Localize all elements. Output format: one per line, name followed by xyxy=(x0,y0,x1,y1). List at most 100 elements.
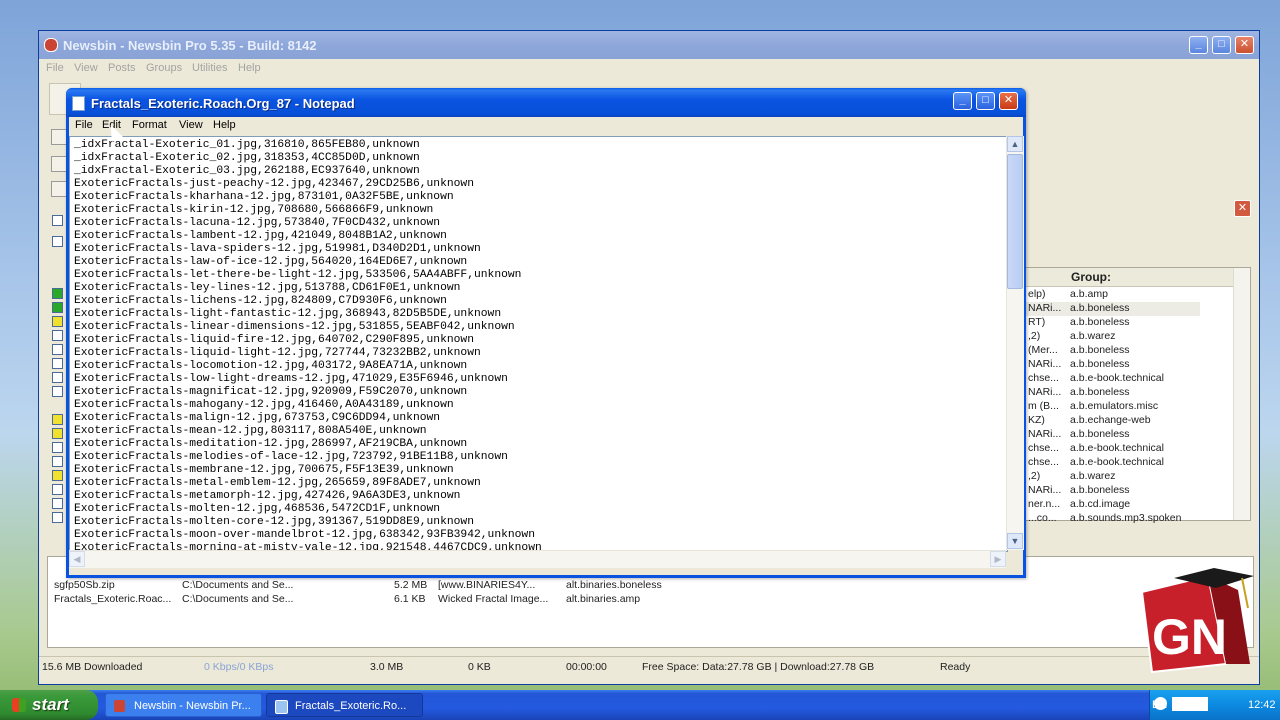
checkbox[interactable] xyxy=(52,302,63,313)
group-row-subject: ...co... xyxy=(1028,512,1057,524)
group-row-subject: (Mer... xyxy=(1028,344,1058,356)
group-row[interactable]: NARi... a.b.boneless xyxy=(1025,484,1200,498)
scroll-right-arrow-icon[interactable]: ▶ xyxy=(990,551,1006,567)
checkbox[interactable] xyxy=(52,288,63,299)
checkbox[interactable] xyxy=(52,316,63,327)
newsbin-menu-groups[interactable]: Groups xyxy=(146,62,182,74)
download-path: C:\Documents and Se... xyxy=(182,579,294,591)
checkbox[interactable] xyxy=(52,470,63,481)
language-indicator[interactable]: EN xyxy=(1152,699,1167,711)
group-row[interactable]: ...co... a.b.sounds.mp3.spoken xyxy=(1025,512,1200,526)
checkbox[interactable] xyxy=(52,386,63,397)
newsbin-minimize-button[interactable]: _ xyxy=(1189,36,1208,54)
checkbox[interactable] xyxy=(52,442,63,453)
newsbin-menu-utilities[interactable]: Utilities xyxy=(192,62,227,74)
taskbar-item-notepad[interactable]: Fractals_Exoteric.Ro... xyxy=(266,693,423,717)
group-list-scrollbar[interactable] xyxy=(1233,268,1250,520)
notepad-maximize-button[interactable]: □ xyxy=(976,92,995,110)
taskbar: start Newsbin - Newsbin Pr... Fractals_E… xyxy=(0,690,1280,720)
group-row[interactable]: ,2) a.b.warez xyxy=(1025,330,1200,344)
group-row-subject: chse... xyxy=(1028,442,1059,454)
newsbin-titlebar[interactable]: Newsbin - Newsbin Pro 5.35 - Build: 8142… xyxy=(39,31,1259,59)
checkbox[interactable] xyxy=(52,236,63,247)
newsbin-close-button[interactable]: ✕ xyxy=(1235,36,1254,54)
group-row[interactable]: ,2) a.b.warez xyxy=(1025,470,1200,484)
checkbox[interactable] xyxy=(52,512,63,523)
group-row[interactable]: m (B... a.b.emulators.misc xyxy=(1025,400,1200,414)
group-row[interactable]: chse... a.b.e-book.technical xyxy=(1025,456,1200,470)
checkbox[interactable] xyxy=(52,372,63,383)
scroll-up-arrow-icon[interactable]: ▲ xyxy=(1007,136,1023,152)
status-state: Ready xyxy=(940,661,971,673)
group-row[interactable]: elp) a.b.amp xyxy=(1025,288,1200,302)
notepad-menu-help[interactable]: Help xyxy=(213,119,236,131)
notepad-menu-file[interactable]: File xyxy=(75,119,93,131)
checkbox[interactable] xyxy=(52,344,63,355)
scroll-left-arrow-icon[interactable]: ◀ xyxy=(69,551,85,567)
group-row-group: a.b.sounds.mp3.spoken xyxy=(1070,512,1182,524)
checkbox[interactable] xyxy=(52,498,63,509)
status-queue-kb: 0 KB xyxy=(468,661,491,673)
notepad-titlebar[interactable]: Fractals_Exoteric.Roach.Org_87 - Notepad… xyxy=(66,88,1026,117)
newsbin-menu-help[interactable]: Help xyxy=(238,62,261,74)
newsbin-menubar: File View Posts Groups Utilities Help xyxy=(39,59,1259,77)
windows-flag-icon xyxy=(12,698,26,712)
notepad-horizontal-scrollbar[interactable]: ◀ ▶ xyxy=(69,550,1006,568)
status-speed: 0 Kbps/0 KBps xyxy=(204,661,274,673)
group-row[interactable]: NARi... a.b.boneless xyxy=(1025,386,1200,400)
side-icon[interactable] xyxy=(51,181,67,197)
newsbin-menu-posts[interactable]: Posts xyxy=(108,62,136,74)
group-row-group: a.b.cd.image xyxy=(1070,498,1131,510)
gn-tray-icon[interactable] xyxy=(1172,697,1208,711)
group-row[interactable]: NARi... a.b.boneless xyxy=(1025,428,1200,442)
checkbox[interactable] xyxy=(52,358,63,369)
group-row[interactable]: ner.n... a.b.cd.image xyxy=(1025,498,1200,512)
group-row-group: a.b.amp xyxy=(1070,288,1108,300)
panel-close-button[interactable]: ✕ xyxy=(1234,200,1251,217)
newsbin-menu-file[interactable]: File xyxy=(46,62,64,74)
notepad-close-button[interactable]: ✕ xyxy=(999,92,1018,110)
group-column-header[interactable]: Group: xyxy=(1025,268,1250,287)
group-row[interactable]: KZ) a.b.echange-web xyxy=(1025,414,1200,428)
notepad-minimize-button[interactable]: _ xyxy=(953,92,972,110)
group-row-group: a.b.boneless xyxy=(1070,302,1130,314)
checkbox[interactable] xyxy=(52,215,63,226)
group-row[interactable]: NARi... a.b.boneless xyxy=(1025,358,1200,372)
newsbin-menu-view[interactable]: View xyxy=(74,62,98,74)
download-name: Fractals_Exoteric.Roac... xyxy=(54,593,172,605)
notepad-menu-format[interactable]: Format xyxy=(132,119,167,131)
group-row-group: a.b.boneless xyxy=(1070,484,1130,496)
scroll-down-arrow-icon[interactable]: ▼ xyxy=(1007,533,1023,549)
notepad-vertical-scrollbar[interactable]: ▲ ▼ xyxy=(1006,136,1024,550)
clock[interactable]: 12:42 xyxy=(1248,699,1276,711)
group-row-subject: KZ) xyxy=(1028,414,1045,426)
checkbox[interactable] xyxy=(52,428,63,439)
group-row[interactable]: RT) a.b.boneless xyxy=(1025,316,1200,330)
checkbox[interactable] xyxy=(52,484,63,495)
download-path: C:\Documents and Se... xyxy=(182,593,294,605)
group-row[interactable]: (Mer... a.b.boneless xyxy=(1025,344,1200,358)
gn-logo: GN xyxy=(1140,568,1254,674)
download-name: sgfp50Sb.zip xyxy=(54,579,115,591)
side-icon[interactable] xyxy=(51,129,67,145)
checkbox[interactable] xyxy=(52,414,63,425)
checkbox[interactable] xyxy=(52,330,63,341)
newsbin-maximize-button[interactable]: □ xyxy=(1212,36,1231,54)
notepad-text-area[interactable]: _idxFractal-Exoteric_01.jpg,316810,865FE… xyxy=(69,136,1008,552)
download-group: alt.binaries.amp xyxy=(566,593,641,605)
taskbar-item-label: Newsbin - Newsbin Pr... xyxy=(134,700,251,712)
start-button[interactable]: start xyxy=(0,690,98,720)
download-group: alt.binaries.boneless xyxy=(566,579,662,591)
download-subject: [www.BINARIES4Y... xyxy=(438,579,536,591)
group-row-subject: ,2) xyxy=(1028,330,1041,342)
group-row[interactable]: chse... a.b.e-book.technical xyxy=(1025,442,1200,456)
group-row-subject: m (B... xyxy=(1028,400,1059,412)
group-row[interactable]: chse... a.b.e-book.technical xyxy=(1025,372,1200,386)
group-row[interactable]: NARi... a.b.boneless xyxy=(1025,302,1200,316)
notepad-menu-view[interactable]: View xyxy=(179,119,203,131)
side-icon[interactable] xyxy=(51,156,67,172)
group-row-group: a.b.boneless xyxy=(1070,386,1130,398)
checkbox[interactable] xyxy=(52,456,63,467)
taskbar-item-newsbin[interactable]: Newsbin - Newsbin Pr... xyxy=(105,693,262,717)
scroll-thumb[interactable] xyxy=(1007,154,1023,289)
